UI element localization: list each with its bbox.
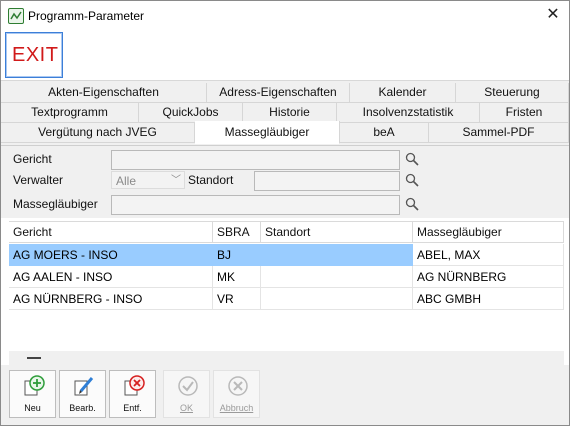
standort-input[interactable]	[254, 171, 400, 191]
cancel-button[interactable]: Abbruch	[213, 370, 260, 418]
gericht-label: Gericht	[13, 152, 52, 166]
standort-label: Standort	[188, 173, 234, 187]
ok-button[interactable]: OK	[163, 370, 210, 418]
table-row[interactable]: AG NÜRNBERG - INSO VR ABC GMBH	[9, 288, 564, 310]
tab-textprogramm[interactable]: Textprogramm	[1, 103, 139, 123]
cell-sbra: BJ	[213, 244, 261, 266]
cell-gericht: AG MOERS - INSO	[9, 244, 213, 266]
new-label: Neu	[24, 403, 41, 413]
program-parameter-window: Programm-Parameter ✕ EXIT Akten-Eigensch…	[0, 0, 570, 426]
table-row[interactable]: AG AALEN - INSO MK AG NÜRNBERG	[9, 266, 564, 288]
verwalter-select[interactable]: Alle ﹀	[111, 171, 185, 189]
gericht-input[interactable]	[111, 150, 400, 170]
edit-button[interactable]: Bearb.	[59, 370, 106, 418]
tab-sammel-pdf[interactable]: Sammel-PDF	[429, 123, 569, 143]
cell-massegläubiger: AG NÜRNBERG	[413, 266, 564, 288]
tab-historie[interactable]: Historie	[243, 103, 337, 123]
tab-verguetung-jveg[interactable]: Vergütung nach JVEG	[1, 123, 195, 143]
splitter-handle[interactable]	[27, 357, 41, 359]
app-chart-icon	[8, 8, 24, 24]
filter-panel: Gericht Verwalter Alle ﹀ Standort Masseg…	[1, 145, 569, 218]
tab-bea[interactable]: beA	[340, 123, 429, 143]
new-button[interactable]: Neu	[9, 370, 56, 418]
tab-insolvenzstatistik[interactable]: Insolvenzstatistik	[337, 103, 480, 123]
column-header-standort[interactable]: Standort	[261, 222, 413, 243]
massegläubiger-label: Massegläubiger	[13, 197, 98, 211]
verwalter-label: Verwalter	[13, 173, 64, 187]
tab-adress-eigenschaften[interactable]: Adress-Eigenschaften	[207, 83, 350, 103]
table-row[interactable]: AG MOERS - INSO BJ ABEL, MAX	[9, 244, 564, 266]
tab-kalender[interactable]: Kalender	[350, 83, 456, 103]
chevron-down-icon: ﹀	[171, 175, 181, 186]
delete-label: Entf.	[123, 403, 142, 413]
top-toolbar: EXIT	[1, 31, 569, 79]
cell-standort	[261, 244, 413, 266]
delete-icon	[124, 375, 145, 396]
cancel-label: Abbruch	[219, 403, 254, 413]
title-bar: Programm-Parameter ✕	[1, 1, 569, 31]
massegläubiger-input[interactable]	[111, 195, 400, 215]
action-bar: Neu Bearb. Entf. OK Abbruch	[1, 365, 569, 425]
standort-search-icon[interactable]	[405, 173, 419, 187]
checkmark-icon	[178, 376, 198, 396]
exit-label: EXIT	[12, 44, 59, 66]
ok-label: OK	[179, 403, 193, 413]
add-document-icon	[24, 375, 45, 396]
verwalter-value: Alle	[116, 174, 137, 188]
gericht-search-icon[interactable]	[405, 152, 419, 166]
massegläubiger-search-icon[interactable]	[405, 197, 419, 211]
column-header-sbra[interactable]: SBRA	[213, 222, 261, 243]
edit-label: Bearb.	[69, 403, 96, 413]
edit-pencil-icon	[74, 377, 94, 396]
tab-akten-eigenschaften[interactable]: Akten-Eigenschaften	[1, 83, 207, 103]
cell-sbra: MK	[213, 266, 261, 288]
results-table: Gericht SBRA Standort Massegläubiger AG …	[9, 221, 564, 352]
window-title: Programm-Parameter	[28, 9, 145, 23]
tab-steuerung[interactable]: Steuerung	[456, 83, 569, 103]
tab-strip: Akten-Eigenschaften Adress-Eigenschaften…	[1, 80, 569, 146]
cell-standort	[261, 266, 413, 288]
cancel-x-icon	[228, 376, 248, 396]
close-icon[interactable]: ✕	[545, 6, 561, 24]
column-header-gericht[interactable]: Gericht	[9, 222, 213, 243]
tab-massegläubiger[interactable]: Massegläubiger	[195, 121, 340, 144]
column-header-massegläubiger[interactable]: Massegläubiger	[413, 222, 564, 243]
status-strip	[9, 351, 564, 365]
cell-massegläubiger: ABEL, MAX	[413, 244, 564, 266]
tab-quickjobs[interactable]: QuickJobs	[139, 103, 243, 123]
cell-massegläubiger: ABC GMBH	[413, 288, 564, 310]
delete-button[interactable]: Entf.	[109, 370, 156, 418]
tab-fristen[interactable]: Fristen	[480, 103, 569, 123]
exit-button[interactable]: EXIT	[5, 32, 63, 78]
cell-gericht: AG AALEN - INSO	[9, 266, 213, 288]
cell-gericht: AG NÜRNBERG - INSO	[9, 288, 213, 310]
cell-sbra: VR	[213, 288, 261, 310]
cell-standort	[261, 288, 413, 310]
